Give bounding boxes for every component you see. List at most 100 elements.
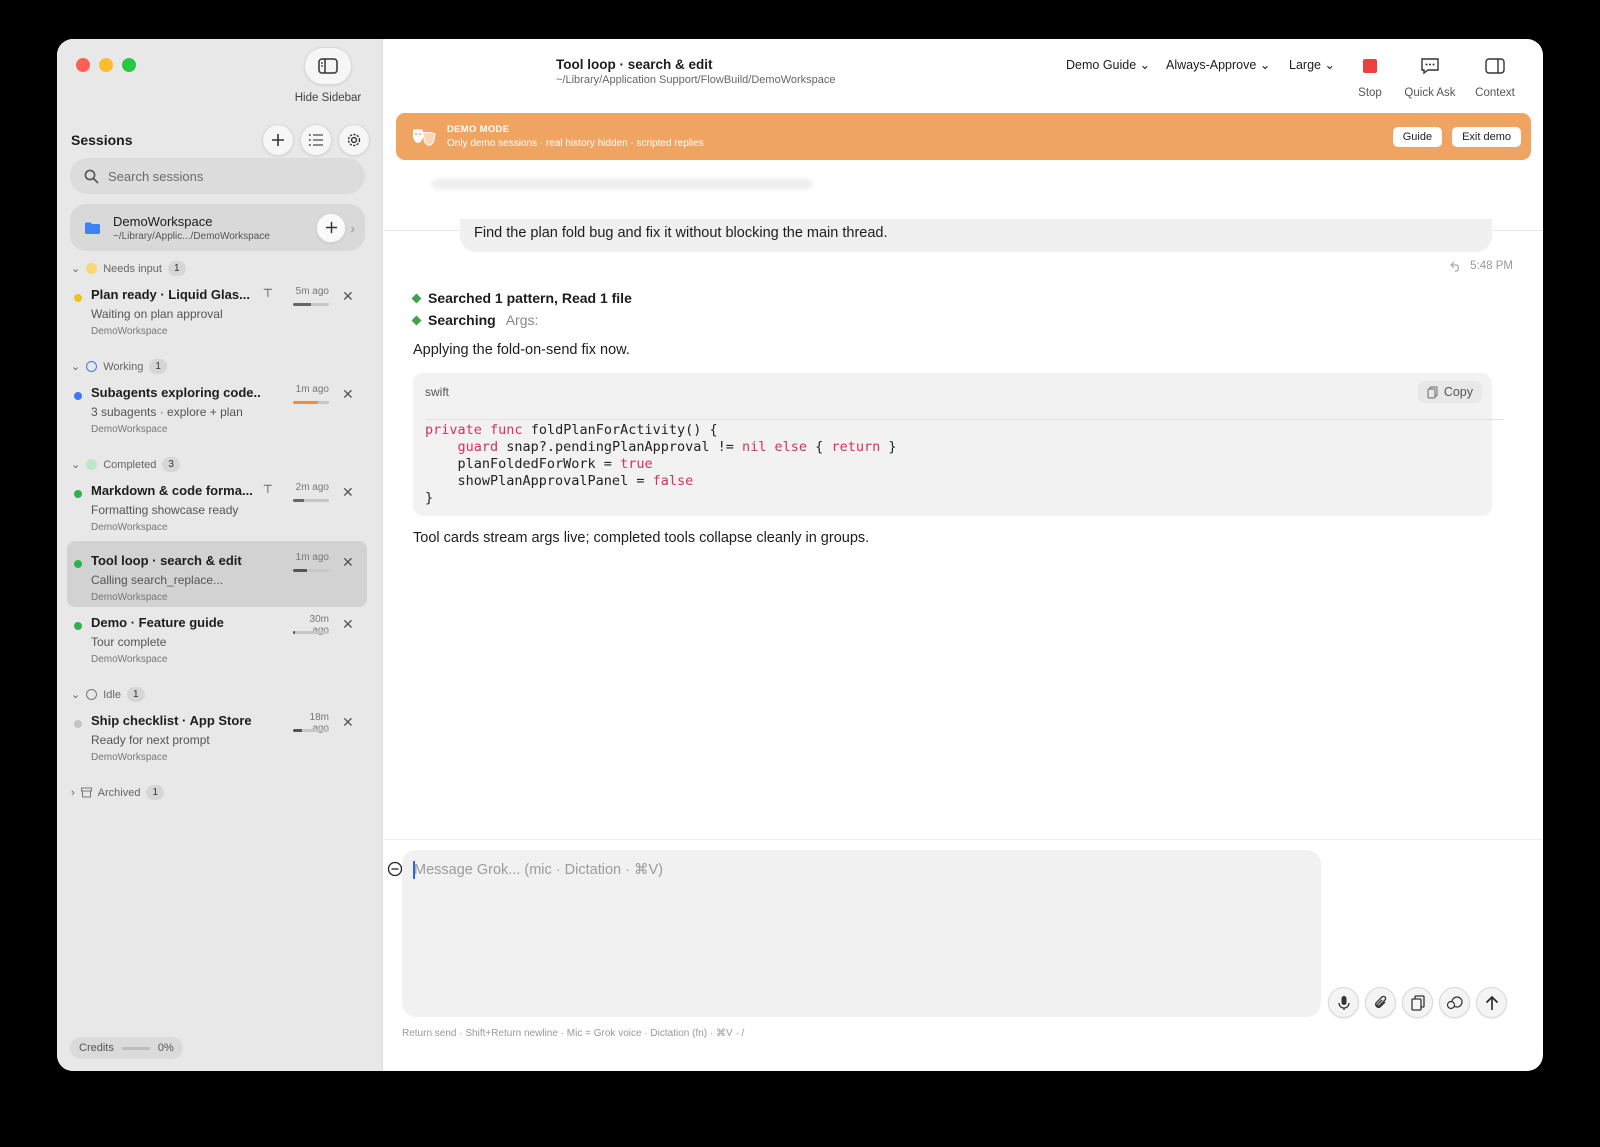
close-window-button[interactable] [76,58,90,72]
quick-ask-label: Quick Ask [1404,87,1456,99]
group-label: Working [103,360,144,373]
credits-value: 0% [157,1042,174,1054]
pin-icon[interactable]: ⊥ [263,482,273,495]
composer-divider [384,839,1543,840]
context-label: Context [1475,87,1515,99]
guide-button[interactable]: Guide [1392,126,1443,147]
group-count: 1 [167,261,186,276]
message-input[interactable]: Message Grok... (mic · Dictation · ⌘V) [402,850,1321,1017]
dropdown-label: Large [1289,58,1321,72]
close-icon[interactable]: ✕ [342,288,354,305]
group-needs-input[interactable]: ⌄ Needs input 1 [71,261,186,276]
group-idle[interactable]: ⌄ Idle 1 [71,687,145,702]
session-subtitle: Formatting showcase ready [91,503,239,517]
close-icon[interactable]: ✕ [342,616,354,633]
main-pane: Tool loop · search & edit ~/Library/Appl… [384,39,1543,1071]
pin-icon[interactable]: ⊥ [263,286,273,299]
session-progress [293,303,329,306]
sessions-title: Sessions [71,132,133,148]
exit-demo-button[interactable]: Exit demo [1452,126,1521,147]
session-progress [293,729,329,732]
workspace-path: ~/Library/Applic.../DemoWorkspace [113,230,270,242]
minimize-window-button[interactable] [99,58,113,72]
close-icon[interactable]: ✕ [342,554,354,571]
stop-button[interactable]: Stop [1340,53,1400,99]
session-subtitle: Ready for next prompt [91,733,210,747]
undo-arrow-icon[interactable] [1450,261,1462,272]
session-title: Tool loop · search & edit [556,57,713,72]
context-button[interactable]: Context [1465,53,1525,99]
group-count: 1 [149,359,167,374]
quick-ask-button[interactable]: Quick Ask [1400,53,1460,99]
minus-circle-icon[interactable] [387,861,403,877]
credits-label: Credits [79,1042,114,1054]
paste-button[interactable] [1402,987,1433,1018]
attach-button[interactable] [1365,987,1396,1018]
close-icon[interactable]: ✕ [342,714,354,731]
group-label: Idle [103,688,121,701]
approval-mode-dropdown[interactable]: Always-Approve ⌄ [1166,57,1270,72]
credits-indicator[interactable]: Credits 0% [70,1037,183,1059]
close-icon[interactable]: ✕ [342,386,354,403]
code-block: swift Copy private func foldPlanForActiv… [413,373,1504,516]
group-working[interactable]: ⌄ Working 1 [71,359,167,374]
size-dropdown[interactable]: Large ⌄ [1289,57,1335,72]
tool-step-searching[interactable]: Searching Args: [411,312,538,328]
session-item[interactable]: Markdown & code forma... ⊥ Formatting show… [67,471,367,537]
code-divider [425,419,1504,420]
session-subtitle: Tour complete [91,635,167,649]
workspace-selector[interactable]: DemoWorkspace ~/Library/Applic.../DemoWo… [70,204,365,251]
search-icon [84,169,99,184]
send-button[interactable] [1476,987,1507,1018]
demo-guide-dropdown[interactable]: Demo Guide ⌄ [1066,57,1150,72]
window-controls [76,58,136,72]
session-title: Subagents exploring code... [91,385,261,400]
code-language: swift [425,385,449,399]
new-session-button[interactable] [262,124,294,156]
session-time: 1m ago [295,384,329,395]
voice-wave-icon [1446,995,1463,1009]
session-item[interactable]: Ship checklist · App Store Ready for next… [67,701,367,767]
tool-step-searched[interactable]: Searched 1 pattern, Read 1 file [411,290,632,306]
search-sessions-input[interactable]: Search sessions [70,158,365,194]
status-dot [74,622,82,630]
session-item[interactable]: Plan ready · Liquid Glas... ⊥ Waiting on p… [67,275,367,341]
hide-sidebar-label: Hide Sidebar [294,92,362,104]
session-item[interactable]: Demo · Feature guide Tour complete DemoWor… [67,603,367,669]
search-placeholder: Search sessions [108,168,204,184]
hide-sidebar-button[interactable]: Hide Sidebar [293,47,363,104]
assistant-text: Tool cards stream args live; completed t… [413,530,870,546]
paperclip-icon [1374,995,1386,1008]
session-progress [293,401,329,404]
settings-button[interactable] [338,124,370,156]
session-item-active[interactable]: Tool loop · search & edit Calling search_… [67,541,367,607]
status-diamond-icon [411,315,422,325]
session-progress [293,631,329,634]
banner-subtitle: Only demo sessions · real history hidden… [447,138,704,149]
voice-mode-button[interactable] [1439,987,1470,1018]
chevron-right-icon[interactable]: › [350,220,355,236]
working-circle-icon [86,361,98,372]
theater-masks-icon [413,128,436,146]
chevron-down-icon: ⌄ [71,459,81,471]
group-label: Needs input [103,262,162,275]
assistant-text: Applying the fold-on-send fix now. [413,342,630,358]
chevron-down-icon: ⌄ [71,361,81,373]
chevron-down-icon: ⌄ [1324,58,1335,72]
close-icon[interactable]: ✕ [342,484,354,501]
stop-label: Stop [1358,87,1382,99]
zoom-window-button[interactable] [122,58,136,72]
code-content: private func foldPlanForActivity() { gua… [425,422,897,506]
workspace-info: DemoWorkspace ~/Library/Applic.../DemoWo… [113,214,316,242]
session-workspace: DemoWorkspace [91,752,168,763]
group-completed[interactable]: ⌄ Completed 3 [71,457,180,472]
group-archived[interactable]: › Archived 1 [71,785,165,800]
copy-button[interactable]: Copy [1417,381,1482,403]
session-item[interactable]: Subagents exploring code... 3 subagents ·… [67,373,367,439]
session-title: Demo · Feature guide [91,615,224,630]
mic-button[interactable] [1328,987,1359,1018]
sessions-header: Sessions [71,123,370,157]
plus-icon [272,134,284,146]
list-view-button[interactable] [300,124,332,156]
workspace-add-button[interactable] [316,212,347,243]
